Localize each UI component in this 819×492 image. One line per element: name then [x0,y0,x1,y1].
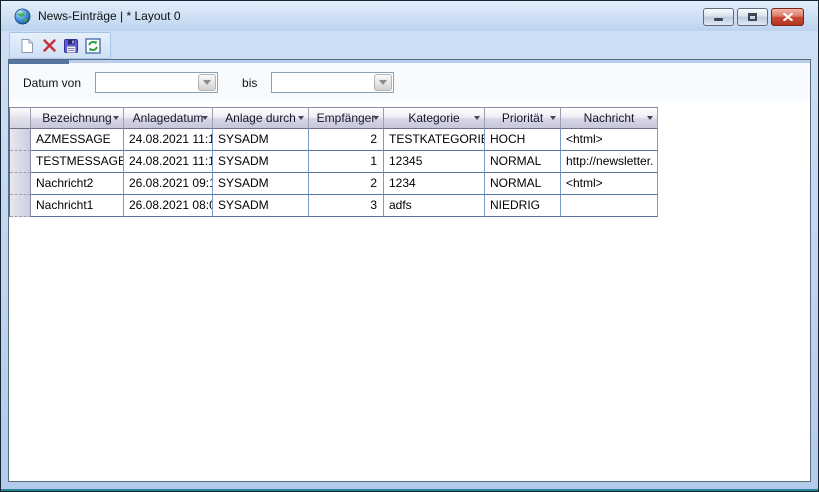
window-title: News-Einträge | * Layout 0 [38,9,181,23]
app-window: News-Einträge | * Layout 0 [0,0,819,492]
save-button[interactable] [60,35,82,57]
cell-prioritaet: NIEDRIG [485,195,561,217]
column-header-label: Priorität [502,111,543,125]
client-area: Datum von bis Bezeichnung [8,59,811,482]
filter-dropdown-icon[interactable] [647,116,653,120]
filter-dropdown-icon[interactable] [298,116,304,120]
cell-kategorie: 12345 [384,151,485,173]
cell-bezeichnung: AZMESSAGE [31,129,124,151]
column-header-label: Nachricht [584,111,635,125]
cell-kategorie: adfs [384,195,485,217]
new-button[interactable] [16,35,38,57]
refresh-icon [85,38,101,54]
row-selector[interactable] [10,151,31,173]
row-selector[interactable] [10,173,31,195]
cell-anlage-durch: SYSADM [213,195,309,217]
cell-bezeichnung: TESTMESSAGE [31,151,124,173]
column-header-nachricht[interactable]: Nachricht [561,108,658,129]
cell-anlage-durch: SYSADM [213,129,309,151]
window-controls [700,8,804,26]
cell-prioritaet: NORMAL [485,151,561,173]
cell-anlage-durch: SYSADM [213,151,309,173]
cell-prioritaet: HOCH [485,129,561,151]
column-header-label: Kategorie [408,111,459,125]
date-from-dropdown-button[interactable] [198,74,216,91]
close-icon [783,13,793,21]
column-header-empfaenger[interactable]: Empfänger [309,108,384,129]
news-table: Bezeichnung Anlagedatum Anlage durch Emp… [9,107,658,217]
cell-anlage-durch: SYSADM [213,173,309,195]
row-selector-header[interactable] [10,108,31,129]
toolbar-panel [9,32,111,59]
column-header-label: Empfänger [317,111,376,125]
cell-prioritaet: NORMAL [485,173,561,195]
cell-nachricht: http://newsletter. [561,151,658,173]
save-icon [63,38,79,54]
window-bottom-edge [1,489,818,491]
filter-bar: Datum von bis [9,64,810,101]
panel-header-bar [9,60,810,64]
filter-dropdown-icon[interactable] [202,116,208,120]
titlebar[interactable]: News-Einträge | * Layout 0 [1,1,818,31]
table-row[interactable]: Nachricht2 26.08.2021 09:1 SYSADM 2 1234… [10,173,658,195]
panel-header-accent [9,60,69,64]
minimize-button[interactable] [703,8,734,26]
cell-empfaenger: 1 [309,151,384,173]
column-header-label: Anlage durch [225,111,296,125]
restore-icon [748,13,757,21]
cell-nachricht [561,195,658,217]
column-header-label: Bezeichnung [42,111,111,125]
date-from-combobox[interactable] [95,72,218,93]
cell-anlagedatum: 26.08.2021 08:0 [124,195,213,217]
globe-icon [14,8,31,25]
column-header-label: Anlagedatum [133,111,204,125]
filter-dropdown-icon[interactable] [113,116,119,120]
filter-dropdown-icon[interactable] [373,116,379,120]
column-header-anlage-durch[interactable]: Anlage durch [213,108,309,129]
cell-anlagedatum: 24.08.2021 11:1 [124,151,213,173]
minimize-icon [714,18,723,21]
date-from-label: Datum von [23,76,81,90]
cell-empfaenger: 2 [309,129,384,151]
cell-bezeichnung: Nachricht1 [31,195,124,217]
toolbar [9,32,111,59]
cell-anlagedatum: 26.08.2021 09:1 [124,173,213,195]
close-button[interactable] [771,8,804,26]
cell-empfaenger: 3 [309,195,384,217]
column-header-prioritaet[interactable]: Priorität [485,108,561,129]
column-header-kategorie[interactable]: Kategorie [384,108,485,129]
new-document-icon [19,38,35,54]
table-row[interactable]: TESTMESSAGE 24.08.2021 11:1 SYSADM 1 123… [10,151,658,173]
table-row[interactable]: Nachricht1 26.08.2021 08:0 SYSADM 3 adfs… [10,195,658,217]
cell-bezeichnung: Nachricht2 [31,173,124,195]
delete-icon [42,38,57,53]
cell-kategorie: TESTKATEGORIE [384,129,485,151]
delete-button[interactable] [38,35,60,57]
refresh-button[interactable] [82,35,104,57]
filter-dropdown-icon[interactable] [550,116,556,120]
cell-anlagedatum: 24.08.2021 11:1 [124,129,213,151]
cell-nachricht: <html> [561,129,658,151]
date-to-dropdown-button[interactable] [374,74,392,91]
chevron-down-icon [203,80,211,85]
table-row[interactable]: AZMESSAGE 24.08.2021 11:1 SYSADM 2 TESTK… [10,129,658,151]
cell-nachricht: <html> [561,173,658,195]
row-selector[interactable] [10,129,31,151]
filter-dropdown-icon[interactable] [474,116,480,120]
restore-button[interactable] [737,8,768,26]
row-selector[interactable] [10,195,31,217]
cell-empfaenger: 2 [309,173,384,195]
date-to-combobox[interactable] [271,72,394,93]
column-header-bezeichnung[interactable]: Bezeichnung [31,108,124,129]
table-header-row: Bezeichnung Anlagedatum Anlage durch Emp… [10,108,658,129]
column-header-anlagedatum[interactable]: Anlagedatum [124,108,213,129]
chevron-down-icon [379,80,387,85]
date-to-label: bis [242,76,257,90]
cell-kategorie: 1234 [384,173,485,195]
